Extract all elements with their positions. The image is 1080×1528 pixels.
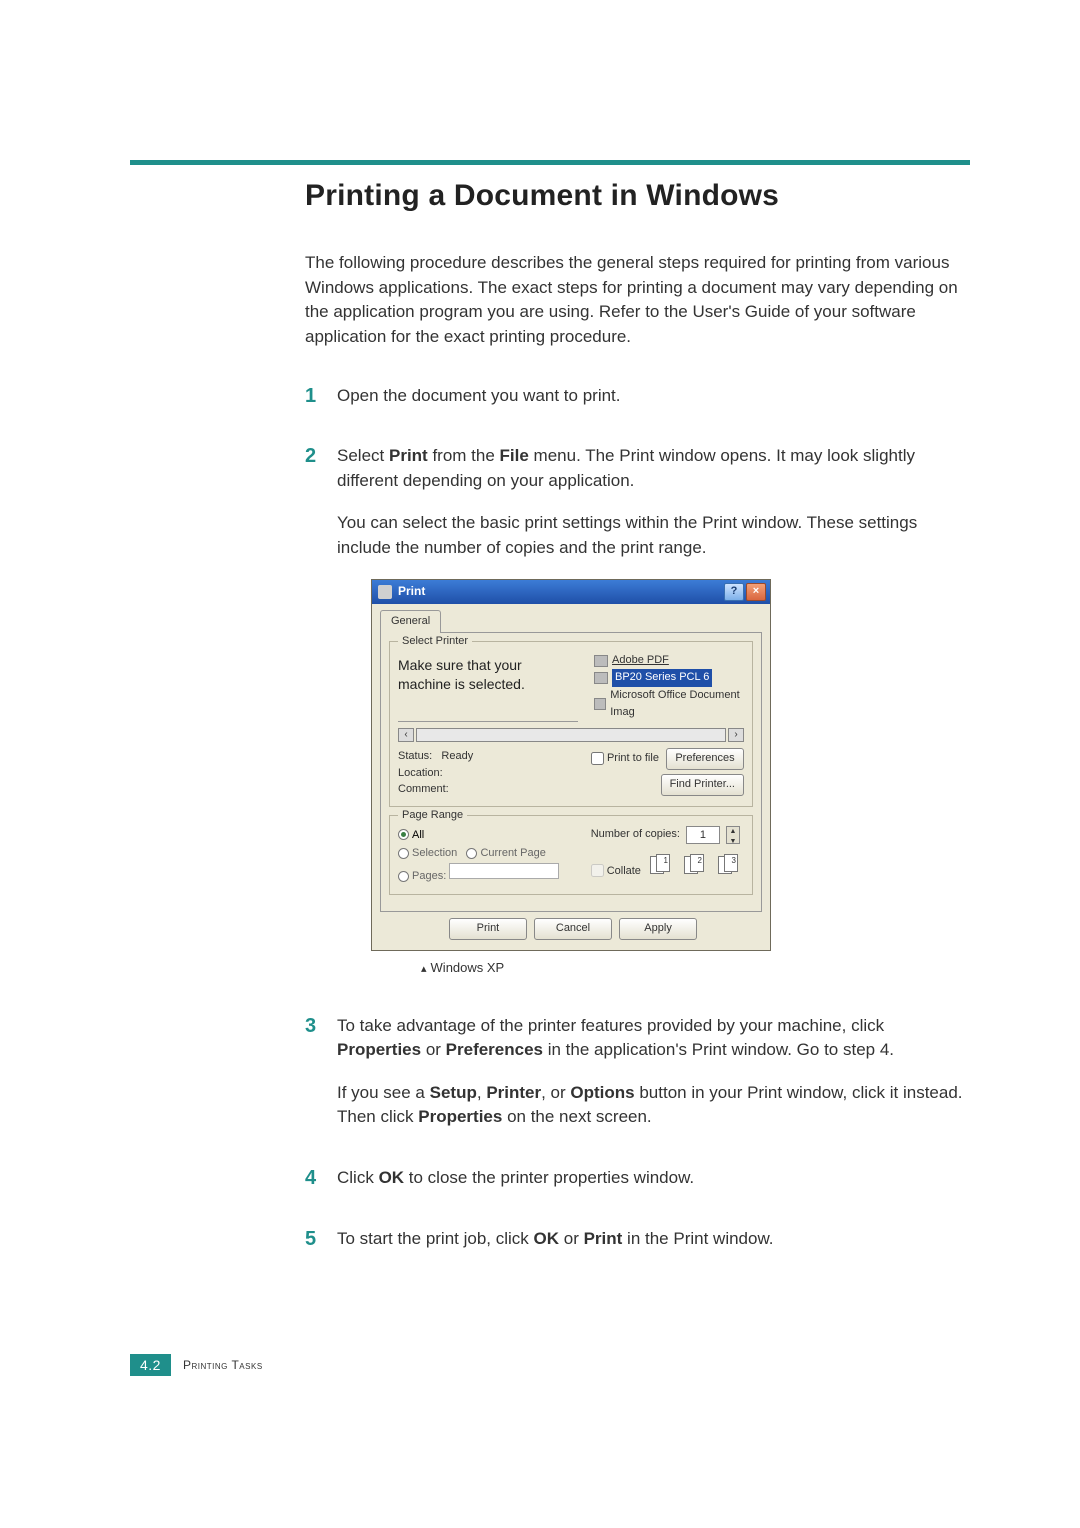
print-button[interactable]: Print [449, 918, 527, 940]
printer-item[interactable]: Microsoft Office Document Imag [594, 687, 744, 722]
dialog-titlebar: Print ? × [372, 580, 770, 604]
figure-caption: ▴Windows XP [421, 959, 970, 978]
step-3-text-b: If you see a Setup, Printer, or Options … [337, 1081, 970, 1130]
scroll-track[interactable] [416, 728, 726, 742]
copies-label: Number of copies: [591, 827, 680, 843]
printer-icon [594, 698, 606, 710]
step-4-text: Click OK to close the printer properties… [337, 1168, 694, 1187]
apply-button[interactable]: Apply [619, 918, 697, 940]
step-number: 4 [305, 1164, 316, 1193]
range-all-radio[interactable]: All [398, 826, 591, 845]
group-select-printer: Select Printer Make sure that your machi… [389, 641, 753, 807]
printer-list[interactable]: Adobe PDF BP20 Series PCL 6 Microsoft Of… [594, 652, 744, 722]
preferences-button[interactable]: Preferences [666, 748, 744, 770]
step-2-text-b: You can select the basic print settings … [337, 511, 970, 560]
collate-checkbox: Collate 11 22 33 [591, 852, 744, 880]
step-2: 2 Select Print from the File menu. The P… [305, 444, 970, 977]
scroll-left-button[interactable]: ‹ [398, 728, 414, 742]
dialog-title: Print [398, 583, 425, 600]
caption-triangle-icon: ▴ [421, 963, 427, 975]
print-to-file-checkbox[interactable]: Print to file [591, 751, 659, 767]
help-button[interactable]: ? [724, 583, 744, 601]
step-5: 5 To start the print job, click OK or Pr… [305, 1227, 970, 1252]
page-number: 4.2 [130, 1354, 171, 1376]
collate-icon: 11 22 33 [650, 852, 744, 874]
step-number: 3 [305, 1012, 316, 1041]
step-5-text: To start the print job, click OK or Prin… [337, 1229, 774, 1248]
tab-general[interactable]: General [380, 610, 441, 633]
printer-icon [594, 672, 608, 684]
section-label: Printing Tasks [183, 1358, 263, 1372]
printer-icon [594, 655, 608, 667]
step-3: 3 To take advantage of the printer featu… [305, 1014, 970, 1131]
printer-item-selected[interactable]: BP20 Series PCL 6 [594, 669, 744, 687]
print-dialog: Print ? × General Select Printer [371, 579, 771, 951]
group-legend: Page Range [398, 808, 467, 824]
printer-icon [378, 585, 392, 599]
range-pages-radio: Pages: [398, 863, 591, 886]
step-4: 4 Click OK to close the printer properti… [305, 1166, 970, 1191]
copies-input[interactable]: 1 [686, 826, 720, 844]
step-number: 5 [305, 1225, 316, 1254]
step-number: 2 [305, 442, 316, 471]
print-dialog-figure: Print ? × General Select Printer [371, 579, 970, 978]
horizontal-scrollbar[interactable]: ‹ › [398, 728, 744, 742]
scroll-right-button[interactable]: › [728, 728, 744, 742]
cancel-button[interactable]: Cancel [534, 918, 612, 940]
step-2-text-a: Select Print from the File menu. The Pri… [337, 446, 915, 490]
step-number: 1 [305, 382, 316, 411]
page-heading: Printing a Document in Windows [305, 179, 970, 213]
callout-text: Make sure that your machine is selected. [398, 652, 578, 722]
printer-item[interactable]: Adobe PDF [594, 652, 744, 670]
pages-input [449, 863, 559, 879]
group-page-range: Page Range All Selection Current Page Pa… [389, 815, 753, 895]
page-footer: 4.2 Printing Tasks [130, 1354, 263, 1376]
group-legend: Select Printer [398, 634, 472, 650]
step-3-text-a: To take advantage of the printer feature… [337, 1016, 894, 1060]
find-printer-button[interactable]: Find Printer... [661, 774, 744, 796]
printer-status-block: Status: Ready Location: Comment: [398, 748, 591, 798]
top-rule [130, 160, 970, 165]
range-selection-radio: Selection Current Page [398, 844, 591, 863]
copies-stepper[interactable]: ▲▼ [726, 826, 740, 844]
close-button[interactable]: × [746, 583, 766, 601]
step-1-text: Open the document you want to print. [337, 386, 621, 405]
intro-paragraph: The following procedure describes the ge… [305, 251, 970, 350]
step-1: 1 Open the document you want to print. [305, 384, 970, 409]
